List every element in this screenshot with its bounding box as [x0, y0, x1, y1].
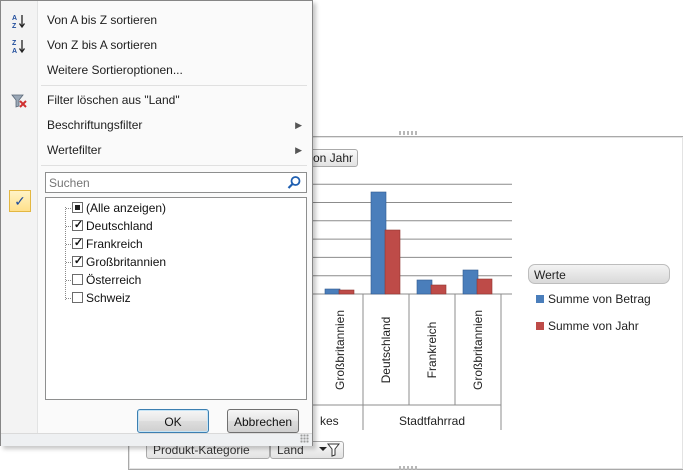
legend-item-betrag: Summe von Betrag	[536, 292, 651, 306]
submenu-arrow-icon: ▶	[295, 120, 302, 130]
filter-option-label: Schweiz	[86, 291, 131, 305]
ok-button[interactable]: OK	[137, 409, 209, 433]
filter-option-label: Deutschland	[86, 219, 153, 233]
svg-text:A: A	[12, 48, 17, 54]
checkbox-indeterminate[interactable]	[72, 202, 83, 213]
legend-swatch-jahr	[536, 322, 544, 330]
checkbox-checked[interactable]: ✓	[72, 237, 83, 249]
field-filter-menu: A Z Von A bis Z sortieren Z A Von Z bis …	[0, 0, 313, 446]
sort-a-z-label: Von A bis Z sortieren	[47, 13, 158, 27]
more-sort-options-item[interactable]: Weitere Sortieroptionen...	[1, 60, 312, 82]
filter-dropdown-icon[interactable]	[318, 443, 340, 457]
sort-z-a-item[interactable]: Z A Von Z bis A sortieren	[1, 35, 312, 57]
sort-a-z-item[interactable]: A Z Von A bis Z sortieren	[1, 10, 312, 32]
label-filter-label: Beschriftungsfilter	[47, 118, 143, 132]
clear-filter-item[interactable]: Filter löschen aus "Land"	[1, 90, 312, 112]
cancel-button[interactable]: Abbrechen	[227, 409, 299, 433]
sort-ascending-icon: A Z	[12, 15, 26, 29]
menu-separator	[41, 85, 307, 86]
value-filter-label: Wertefilter	[47, 143, 102, 157]
sort-descending-icon: Z A	[12, 40, 26, 54]
search-box[interactable]	[45, 172, 307, 193]
checkbox-checked[interactable]: ✓	[72, 219, 83, 231]
checkmark-icon: ✓	[9, 190, 31, 212]
svg-text:Z: Z	[12, 40, 17, 47]
tree-connector	[65, 207, 66, 301]
legend-item-jahr: Summe von Jahr	[536, 319, 639, 333]
checkbox-checked[interactable]: ✓	[72, 255, 83, 267]
chart-resize-handle-top[interactable]	[399, 131, 419, 135]
filter-option-label: Frankreich	[86, 237, 143, 251]
menu-footer	[1, 433, 312, 446]
search-input[interactable]	[49, 175, 279, 190]
resize-grip-icon[interactable]	[300, 434, 309, 443]
legend-swatch-betrag	[536, 295, 544, 303]
svg-text:A: A	[12, 15, 17, 22]
clear-filter-label: Filter löschen aus "Land"	[47, 93, 180, 107]
sort-z-a-label: Von Z bis A sortieren	[47, 38, 158, 52]
legend-label-jahr: Summe von Jahr	[548, 319, 639, 333]
filter-option-label: Österreich	[86, 273, 142, 287]
checkbox-unchecked[interactable]	[72, 292, 83, 303]
label-filter-item[interactable]: Beschriftungsfilter ▶	[1, 115, 312, 137]
filter-value-list[interactable]: (Alle anzeigen) ✓ Deutschland ✓ Frankrei…	[45, 197, 307, 400]
submenu-arrow-icon: ▶	[295, 145, 302, 155]
search-icon[interactable]	[287, 175, 302, 190]
filter-option-label: (Alle anzeigen)	[86, 201, 167, 215]
svg-text:Z: Z	[12, 23, 17, 29]
clear-filter-icon	[11, 94, 27, 108]
column-field-label: von Jahr	[307, 151, 354, 165]
filter-option-label: Großbritannien	[86, 255, 167, 269]
chart-resize-handle-bottom[interactable]	[399, 466, 419, 470]
more-sort-options-label: Weitere Sortieroptionen...	[47, 63, 183, 77]
legend-label-betrag: Summe von Betrag	[548, 292, 651, 306]
value-filter-item[interactable]: Wertefilter ▶	[1, 140, 312, 162]
legend-title[interactable]: Werte	[528, 264, 670, 284]
menu-separator	[41, 165, 307, 166]
checkbox-unchecked[interactable]	[72, 274, 83, 285]
